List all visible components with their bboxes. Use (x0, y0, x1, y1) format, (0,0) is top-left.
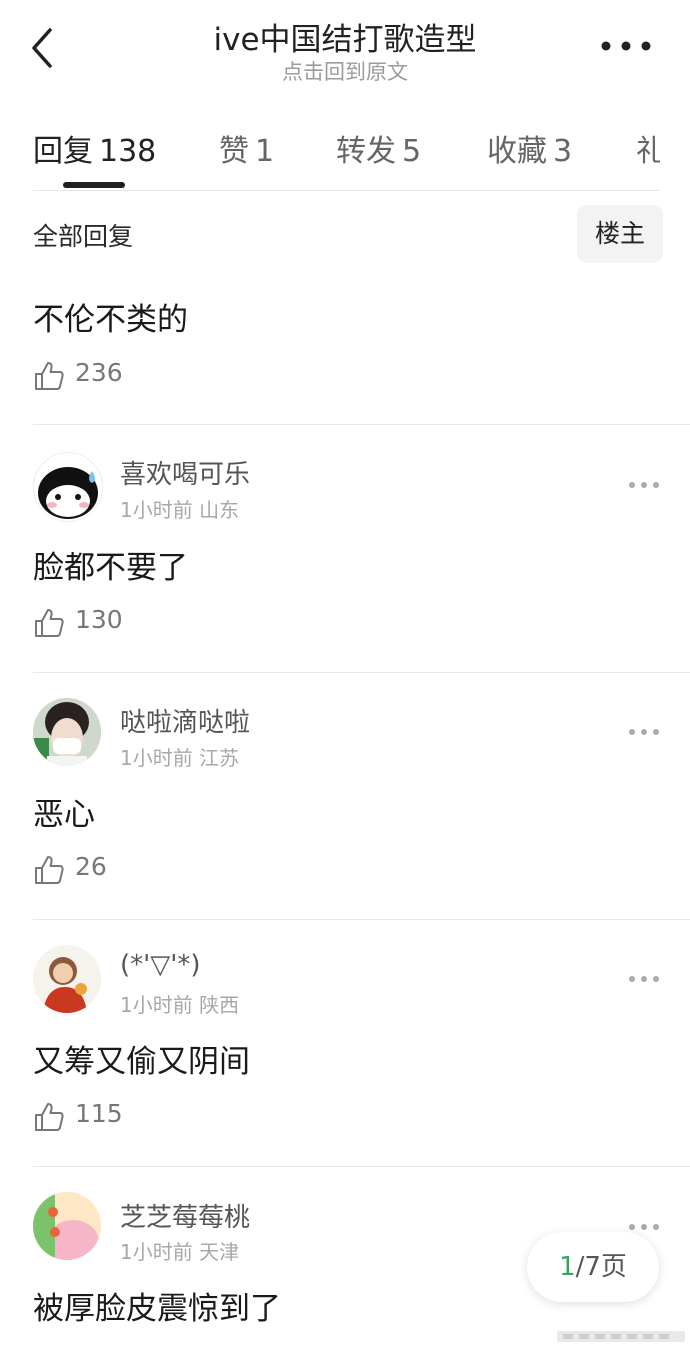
divider (33, 672, 690, 673)
comment-location: 山东 (199, 498, 240, 522)
divider (33, 424, 690, 425)
comment-more-icon[interactable] (628, 1222, 660, 1232)
comment-text: 被厚脸皮震惊到了 (33, 1291, 281, 1327)
username[interactable]: 芝芝莓莓桃 (120, 1197, 250, 1234)
cartoon-character-image (33, 945, 101, 1013)
comment-location: 江苏 (199, 746, 240, 770)
interaction-tabs: 回复138 赞1 转发5 收藏3 礼 (33, 118, 660, 191)
comment-meta: 1小时前 天津 (120, 1236, 239, 1265)
more-options-icon[interactable] (600, 34, 652, 58)
watermark-strip (557, 1331, 685, 1342)
tab-likes-label: 赞 (219, 134, 249, 169)
penguin-avatar[interactable] (33, 452, 103, 522)
tab-favorites-label: 收藏 (487, 134, 547, 169)
all-replies-label: 全部回复 (33, 222, 134, 251)
comment-more-icon[interactable] (628, 974, 660, 984)
comment-text: 又筹又偷又阴间 (33, 1044, 250, 1080)
like-count: 130 (75, 605, 123, 634)
cartoon-character-avatar[interactable] (33, 945, 101, 1013)
reply-filter-bar: 全部回复 楼主 (33, 205, 663, 265)
masked-person-image (33, 698, 101, 766)
tab-reposts-label: 转发 (336, 134, 396, 169)
thumbs-up-icon (35, 609, 64, 637)
comment-more-icon[interactable] (628, 480, 660, 490)
tab-replies-label: 回复 (33, 134, 93, 169)
comment-text: 恶心 (33, 797, 95, 833)
op-only-button[interactable]: 楼主 (577, 205, 663, 263)
comment-text: 不伦不类的 (33, 302, 188, 338)
comment-location: 陕西 (199, 993, 240, 1017)
divider (33, 919, 690, 920)
top-nav-bar: ive中国结打歌造型 点击回到原文 (0, 0, 690, 100)
comment-meta: 1小时前 山东 (120, 494, 239, 523)
thumbs-up-icon (35, 362, 64, 390)
tab-gifts-label: 礼 (636, 134, 660, 169)
divider (33, 1166, 690, 1167)
tab-favorites-count: 3 (553, 134, 573, 169)
tab-favorites[interactable]: 收藏 3 (487, 126, 572, 170)
tab-likes[interactable]: 赞1 (219, 126, 274, 170)
tab-gifts[interactable]: 礼 (636, 126, 660, 170)
total-pages: /7页 (575, 1252, 627, 1282)
comment-meta: 1小时前 陕西 (120, 989, 239, 1018)
tab-replies[interactable]: 回复 138 (33, 126, 156, 170)
comment-location: 天津 (199, 1240, 240, 1264)
back-to-original-link[interactable]: 点击回到原文 (0, 56, 690, 86)
comment-more-icon[interactable] (628, 727, 660, 737)
like-count: 236 (75, 358, 123, 387)
username[interactable]: 哒啦滴哒啦 (120, 702, 250, 739)
tab-reposts[interactable]: 转发 5 (336, 126, 421, 170)
like-count: 26 (75, 852, 107, 881)
masked-person-avatar[interactable] (33, 698, 101, 766)
thumbs-up-icon (35, 1103, 64, 1131)
thumbs-up-icon (35, 856, 64, 884)
pink-cartoon-image (33, 1192, 101, 1260)
comment-time: 1小时前 (120, 1240, 193, 1264)
username[interactable]: (*'▽'*) (120, 950, 201, 980)
comment-time: 1小时前 (120, 993, 193, 1017)
pink-cartoon-avatar[interactable] (33, 1192, 101, 1260)
tab-likes-count: 1 (255, 134, 275, 169)
penguin-image (38, 467, 98, 519)
post-title[interactable]: ive中国结打歌造型 (0, 14, 690, 59)
comment-time: 1小时前 (120, 498, 193, 522)
page-indicator[interactable]: 1/7页 (527, 1232, 659, 1302)
current-page: 1 (559, 1252, 576, 1282)
active-tab-indicator (63, 182, 125, 188)
comment-time: 1小时前 (120, 746, 193, 770)
comment-meta: 1小时前 江苏 (120, 742, 239, 771)
tab-reposts-count: 5 (402, 134, 422, 169)
username[interactable]: 喜欢喝可乐 (120, 454, 250, 491)
like-count: 115 (75, 1099, 123, 1128)
comment-text: 脸都不要了 (33, 550, 188, 586)
tab-replies-count: 138 (99, 134, 157, 169)
